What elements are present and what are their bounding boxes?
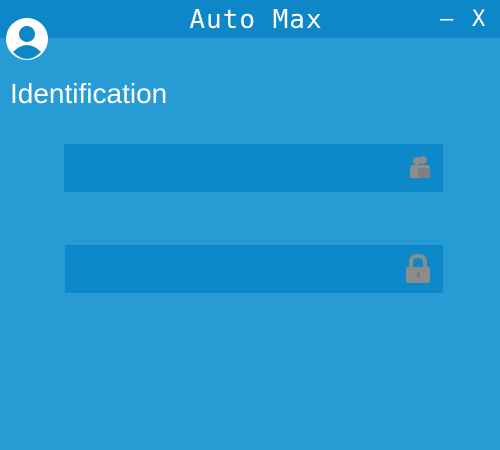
minimize-button[interactable]: — <box>440 6 453 34</box>
lock-icon <box>403 253 433 290</box>
app-title: Auto Max <box>189 5 323 35</box>
page-heading: Identification <box>10 78 168 109</box>
close-button[interactable]: X <box>472 6 485 34</box>
username-field[interactable] <box>64 144 443 192</box>
password-input[interactable] <box>65 245 395 293</box>
users-icon <box>408 154 432 185</box>
username-input[interactable] <box>64 144 394 192</box>
password-field[interactable] <box>65 245 443 293</box>
